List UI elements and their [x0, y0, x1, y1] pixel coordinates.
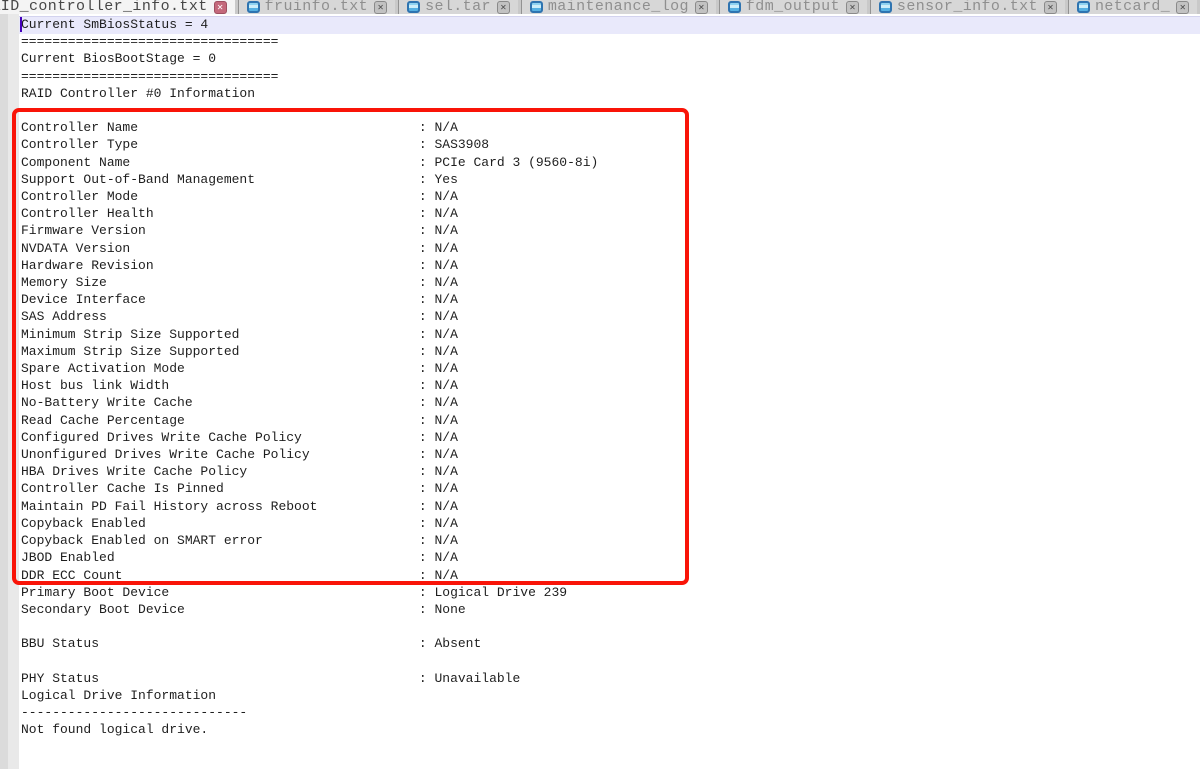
tab-label: RAID_controller_info.txt	[0, 0, 208, 14]
tab-label: netcard_	[1095, 0, 1170, 14]
close-tab-icon[interactable]: ✕	[214, 1, 227, 14]
tab-fdm-output[interactable]: fdm_output ✕	[719, 0, 867, 14]
tab-sensor-info-txt[interactable]: sensor_info.txt ✕	[870, 0, 1065, 14]
close-tab-icon[interactable]: ✕	[695, 1, 708, 14]
file-icon	[407, 1, 420, 13]
tab-sel-tar[interactable]: sel.tar ✕	[398, 0, 518, 14]
tab-maintenance-log[interactable]: maintenance_log ✕	[521, 0, 716, 14]
file-icon	[728, 1, 741, 13]
tab-label: fdm_output	[746, 0, 840, 14]
file-icon	[530, 1, 543, 13]
tab-label: sensor_info.txt	[897, 0, 1038, 14]
file-icon	[879, 1, 892, 13]
file-icon	[247, 1, 260, 13]
editor-gutter	[0, 14, 19, 769]
editor-area: Current SmBiosStatus = 4 ===============…	[0, 14, 1200, 769]
tab-raid-controller-info-txt[interactable]: RAID_controller_info.txt ✕	[0, 0, 235, 14]
text-caret	[20, 17, 22, 32]
bookmark-margin	[0, 14, 8, 769]
tab-label: maintenance_log	[548, 0, 689, 14]
tab-netcard[interactable]: netcard_ ✕	[1068, 0, 1197, 14]
close-tab-icon[interactable]: ✕	[1044, 1, 1057, 14]
close-tab-icon[interactable]: ✕	[374, 1, 387, 14]
close-tab-icon[interactable]: ✕	[497, 1, 510, 14]
tab-label: fruinfo.txt	[265, 0, 368, 14]
close-tab-icon[interactable]: ✕	[846, 1, 859, 14]
tab-label: sel.tar	[425, 0, 491, 14]
file-icon	[1077, 1, 1090, 13]
text-editor-window: RAID_controller_info.txt✕fruinfo.txt✕sel…	[0, 0, 1200, 769]
tab-bar: RAID_controller_info.txt✕fruinfo.txt✕sel…	[0, 0, 1200, 15]
tab-fruinfo-txt[interactable]: fruinfo.txt ✕	[238, 0, 395, 14]
file-content[interactable]: Current SmBiosStatus = 4 ===============…	[21, 16, 598, 739]
close-tab-icon[interactable]: ✕	[1176, 1, 1189, 14]
